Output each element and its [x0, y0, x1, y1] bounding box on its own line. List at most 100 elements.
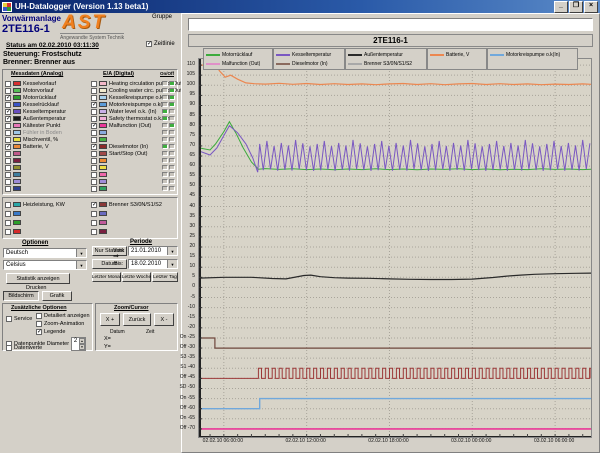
chart-plot-area[interactable] [198, 58, 592, 438]
signal-checkbox[interactable] [91, 130, 97, 136]
signal-checkbox[interactable] [5, 123, 11, 129]
signal-checkbox[interactable] [91, 151, 97, 157]
signal-checkbox[interactable] [91, 116, 97, 122]
gruppe-field[interactable] [188, 18, 593, 31]
y-axis-label: On -25 [166, 334, 195, 340]
signal-checkbox[interactable] [91, 137, 97, 143]
y-axis-label: -10 [166, 304, 195, 310]
signal-checkbox[interactable] [5, 81, 11, 87]
signal-checkbox[interactable] [5, 102, 11, 108]
signal-checkbox[interactable]: ✓ [5, 95, 11, 101]
zoom-back-button[interactable]: Zurück [123, 313, 151, 326]
zeitlinie-option: ✓ Zeitlinie [146, 41, 175, 47]
legend-entry: Kesseltemperatur [274, 50, 344, 59]
signal-checkbox[interactable] [5, 202, 11, 208]
signal-sublist: Heizleistung, KW ✓Brenner S3/0N/S1/S2 [2, 197, 178, 239]
signal-label: Außentemperatur [23, 116, 66, 122]
y-axis-label: Off -30 [166, 344, 195, 350]
signal-checkbox[interactable] [91, 211, 97, 217]
datapoints-stepper[interactable]: 2 ▲▼ [71, 337, 86, 351]
chevron-down-icon[interactable]: ▼ [76, 249, 86, 257]
x-axis-label: 02.02.10 18:00:00 [361, 438, 415, 444]
signal-checkbox[interactable] [5, 172, 11, 178]
print-screen-button[interactable]: Bildschirm [3, 291, 39, 301]
color-swatch [99, 220, 107, 225]
y-axis-label: Off -60 [166, 405, 195, 411]
service-checkbox[interactable] [6, 316, 12, 322]
signal-checkbox[interactable] [91, 165, 97, 171]
signal-checkbox[interactable] [91, 220, 97, 226]
last-week-button[interactable]: Letzte Woche [122, 272, 151, 282]
print-graph-button[interactable]: Grafik [42, 291, 72, 301]
steuerung-label: Steuerung: [3, 51, 40, 58]
legende-checkbox[interactable]: ✓ [36, 329, 42, 335]
show-statistics-button[interactable]: Statistik anzeigen [6, 273, 70, 284]
color-swatch [13, 109, 21, 114]
unit-value: Celsius [6, 262, 26, 268]
signal-checkbox[interactable] [5, 211, 11, 217]
signal-checkbox[interactable]: ✓ [5, 144, 11, 150]
chevron-down-icon[interactable]: ▼ [76, 261, 86, 269]
ast-logo: AST [62, 13, 106, 32]
zoom-x-plus-button[interactable]: X + [100, 313, 120, 326]
color-swatch [13, 220, 21, 225]
options-header: Optionen [22, 240, 48, 246]
legend-label: Brenner S3/0N/S1/S2 [364, 61, 412, 67]
signal-checkbox[interactable]: ✓ [91, 202, 97, 208]
color-swatch [13, 158, 21, 163]
unit-select[interactable]: Celsius ▼ [3, 260, 87, 270]
signal-checkbox[interactable] [5, 158, 11, 164]
signal-checkbox[interactable] [5, 130, 11, 136]
y-axis-label: 10 [166, 263, 195, 269]
y-axis-label: -20 [166, 324, 195, 330]
legend-entry: Motorrücklauf [204, 50, 272, 59]
signal-checkbox[interactable] [5, 186, 11, 192]
zoom-animation-option: Zoom-Animation [36, 321, 84, 327]
signal-checkbox[interactable] [91, 88, 97, 94]
zoom-animation-label: Zoom-Animation [44, 321, 84, 327]
signal-checkbox[interactable] [5, 165, 11, 171]
signal-checkbox[interactable] [91, 158, 97, 164]
signal-checkbox[interactable]: ✓ [91, 123, 97, 129]
signal-checkbox[interactable] [5, 151, 11, 157]
signal-checkbox[interactable] [5, 137, 11, 143]
signal-checkbox[interactable]: ✓ [5, 109, 11, 115]
zeitlinie-checkbox[interactable]: ✓ [146, 41, 152, 47]
legend-line [206, 54, 220, 56]
minimize-button[interactable]: _ [554, 1, 568, 13]
signal-checkbox[interactable] [5, 88, 11, 94]
datenwerte-checkbox[interactable] [6, 345, 12, 351]
color-swatch [13, 202, 21, 207]
signal-checkbox[interactable] [91, 95, 97, 101]
analog-rows: KesselvorlaufMotorvorlauf✓MotorrücklaufK… [5, 80, 89, 192]
maximize-button[interactable]: ❐ [569, 1, 583, 13]
signal-checkbox[interactable] [91, 172, 97, 178]
signal-label: Mischventil, % [23, 137, 58, 143]
signal-checkbox[interactable] [5, 229, 11, 235]
signal-checkbox[interactable] [5, 179, 11, 185]
last-month-button[interactable]: Letzter Monat [92, 272, 121, 282]
additional-options-header: Zusätzliche Optionen [11, 305, 67, 311]
signal-checkbox[interactable] [91, 179, 97, 185]
close-button[interactable]: × [584, 1, 598, 13]
signal-list: Messdaten (Analog) E/A (Digital) On/Off … [2, 69, 178, 195]
signal-checkbox[interactable]: ✓ [5, 116, 11, 122]
language-select[interactable]: Deutsch ▼ [3, 248, 87, 258]
signal-checkbox[interactable] [91, 229, 97, 235]
color-swatch [13, 102, 21, 107]
zoom-animation-checkbox[interactable] [36, 321, 42, 327]
legend-entry: Malfunction (Out) [204, 59, 272, 68]
signal-label: Kältester Punkt [23, 123, 60, 129]
signal-checkbox[interactable] [5, 220, 11, 226]
detail-checkbox[interactable] [36, 313, 42, 319]
gruppe-label: Gruppe [152, 14, 172, 20]
signal-checkbox[interactable] [91, 81, 97, 87]
signal-checkbox[interactable] [91, 186, 97, 192]
color-swatch [13, 179, 21, 184]
list-item: Kesselrücklauf [5, 101, 89, 108]
signal-checkbox[interactable] [91, 109, 97, 115]
spin-down-icon[interactable]: ▼ [79, 344, 85, 350]
y-axis-label: 50 [166, 182, 195, 188]
signal-checkbox[interactable]: ✓ [91, 102, 97, 108]
signal-checkbox[interactable]: ✓ [91, 144, 97, 150]
